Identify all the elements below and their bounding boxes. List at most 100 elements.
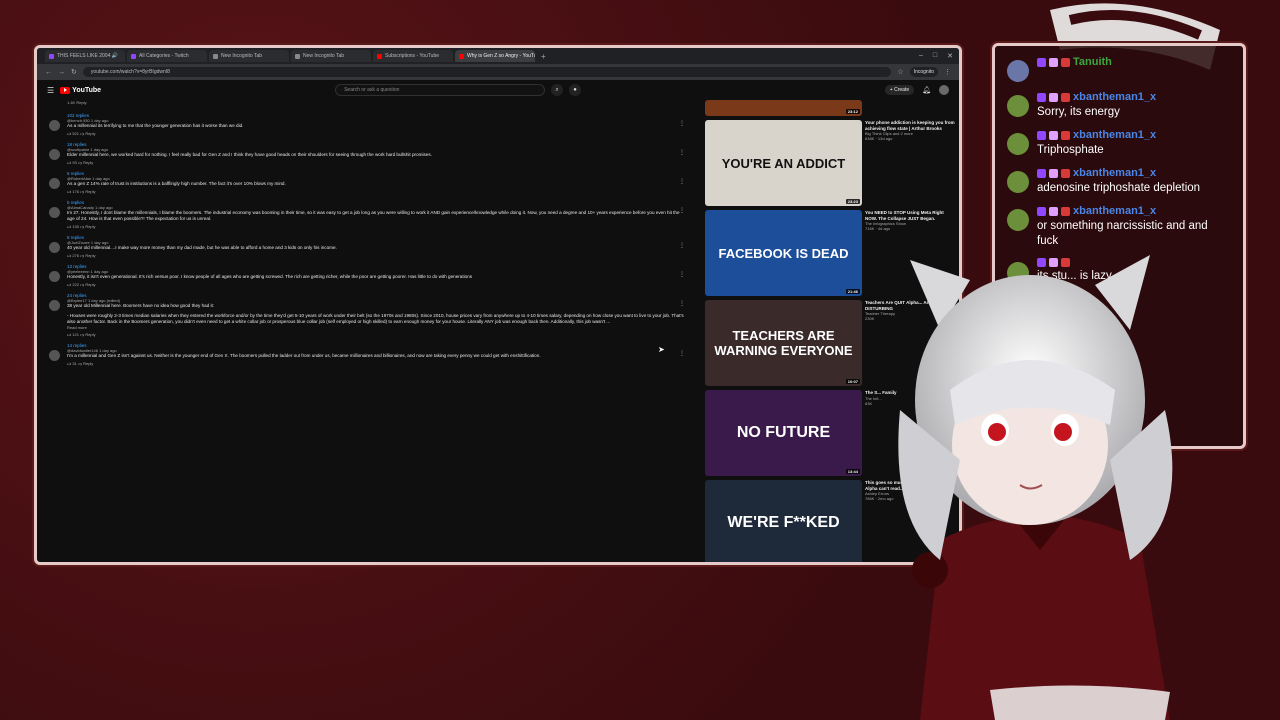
like-icon[interactable]: 👍︎ (67, 189, 71, 194)
related-video[interactable]: 23:12 (705, 100, 957, 116)
search-icon[interactable]: ⌕ (551, 84, 564, 96)
browser-tab[interactable]: New Incognito Tab (291, 50, 371, 62)
like-icon[interactable]: 👍︎ (67, 253, 71, 258)
video-duration: 23:12 (845, 109, 860, 114)
comment-menu-icon[interactable]: ⋮ (679, 300, 685, 307)
comment-actions: 👍︎ 31 👎︎ Reply (67, 361, 687, 367)
thumbnail-text: NO FUTURE (736, 424, 831, 441)
youtube-logo[interactable]: YouTube (60, 86, 102, 94)
chatter-name[interactable]: xbantheman1_x (1073, 91, 1156, 103)
comment-text: 38 year old Millennial here. Boomers hav… (67, 303, 215, 308)
browser-tab[interactable]: All Categories - Twitch (127, 50, 207, 62)
reply-button[interactable]: Reply (83, 361, 93, 366)
chat-message: Tanuith (1007, 56, 1231, 82)
notifications-bell-icon[interactable]: 🔔︎ (922, 86, 931, 94)
dislike-icon[interactable]: 👎︎ (80, 189, 84, 194)
commenter-avatar[interactable] (49, 350, 60, 361)
back-icon[interactable]: ← (45, 69, 52, 76)
search-input[interactable]: Search or ask a question (335, 84, 546, 96)
browser-window: THIS FEELS LIKE 2004 🔊 All Categories - T… (34, 45, 962, 565)
comment-menu-icon[interactable]: ⋮ (679, 178, 685, 185)
reply-button[interactable]: Reply (85, 253, 95, 258)
subscriber-badge-icon (1037, 130, 1046, 140)
video-thumbnail[interactable]: 23:12 (705, 100, 862, 116)
dislike-icon[interactable]: 👎︎ (78, 160, 82, 165)
video-thumbnail[interactable]: NO FUTURE 13:44 (705, 390, 862, 476)
microphone-icon[interactable]: ● (569, 84, 582, 96)
comment-menu-icon[interactable]: ⋮ (679, 271, 685, 278)
vtuber-avatar (898, 255, 1173, 720)
hamburger-menu-icon[interactable]: ☰ (47, 86, 54, 95)
chatter-name[interactable]: xbantheman1_x (1073, 129, 1156, 141)
like-icon[interactable]: 👍︎ (67, 131, 71, 136)
minimize-icon[interactable]: – (919, 52, 923, 60)
like-icon[interactable]: 👍︎ (67, 361, 71, 366)
maximize-icon[interactable]: □ (933, 52, 937, 60)
browser-tab[interactable]: THIS FEELS LIKE 2004 🔊 (45, 50, 125, 62)
chatter-name[interactable]: xbantheman1_x (1073, 167, 1156, 179)
browser-tab[interactable]: Subscriptions - YouTube (373, 50, 453, 62)
youtube-logo-text: YouTube (72, 86, 102, 94)
reply-button[interactable]: Reply (85, 189, 95, 194)
chatter-name[interactable]: xbantheman1_x (1073, 205, 1156, 217)
video-thumbnail[interactable]: YOU'RE AN ADDICT 23:23 (705, 120, 862, 206)
comment-text: As a gen Z 14% rate of trust in institut… (67, 181, 286, 186)
chatter-name[interactable]: Tanuith (1073, 56, 1112, 68)
related-video[interactable]: YOU'RE AN ADDICT 23:23 Your phone addictio… (705, 120, 957, 206)
star-icon[interactable]: ☆ (897, 68, 903, 76)
browser-tab[interactable]: Why is Gen Z so Angry - YouTu (455, 50, 535, 62)
dislike-icon[interactable]: 👎︎ (80, 282, 84, 287)
close-icon[interactable]: ✕ (947, 52, 953, 60)
url-field[interactable]: youtube.com/watch?v=8yrBIgdwnI8 (82, 67, 892, 77)
comment-menu-icon[interactable]: ⋮ (679, 120, 685, 127)
dislike-icon[interactable]: 👎︎ (80, 131, 84, 136)
reply-button[interactable]: Reply (85, 224, 95, 229)
like-icon[interactable]: 👍︎ (67, 160, 71, 165)
dislike-icon[interactable]: 👎︎ (78, 361, 82, 366)
like-icon[interactable]: 👍︎ (67, 332, 71, 337)
video-duration: 23:23 (845, 199, 860, 204)
video-title[interactable]: You NEED to STOP Using Meta Right NOW. T… (865, 210, 955, 221)
create-button[interactable]: + Create (884, 85, 915, 95)
commenter-avatar[interactable] (49, 178, 60, 189)
tab-label: New Incognito Tab (221, 53, 263, 59)
commenter-avatar[interactable] (49, 207, 60, 218)
read-more-link[interactable]: Read more (67, 325, 687, 330)
comment-menu-icon[interactable]: ⋮ (679, 350, 685, 357)
reply-button[interactable]: Reply (83, 160, 93, 165)
commenter-avatar[interactable] (49, 300, 60, 311)
incognito-badge[interactable]: Incognito (909, 67, 938, 77)
new-tab-button[interactable]: + (537, 52, 550, 61)
video-thumbnail[interactable]: WE'RE F**KED (705, 480, 862, 562)
comment-actions: 👍︎ 521 👎︎ Reply (67, 131, 687, 137)
video-thumbnail[interactable]: TEACHERS ARE WARNING EVERYONE 10:07 (705, 300, 862, 386)
account-avatar[interactable] (939, 85, 949, 95)
video-thumbnail[interactable]: FACEBOOK IS DEAD 21:46 (705, 210, 862, 296)
browser-tab[interactable]: New Incognito Tab (209, 50, 289, 62)
forward-icon[interactable]: → (58, 69, 65, 76)
commenter-avatar[interactable] (49, 120, 60, 131)
reply-button[interactable]: Reply (85, 282, 95, 287)
reload-icon[interactable]: ↻ (71, 68, 77, 76)
star-badge-icon (1049, 57, 1058, 67)
dislike-icon[interactable]: 👎︎ (80, 253, 84, 258)
dislike-icon[interactable]: 👎︎ (80, 224, 84, 229)
browser-menu-icon[interactable]: ⋮ (944, 68, 951, 76)
comment-menu-icon[interactable]: ⋮ (679, 149, 685, 156)
like-icon[interactable]: 👍︎ (67, 224, 71, 229)
mouse-cursor: ➤ (658, 345, 665, 354)
video-duration: 10:07 (845, 379, 860, 384)
like-icon[interactable]: 👍︎ (67, 282, 71, 287)
comment-menu-icon[interactable]: ⋮ (679, 207, 685, 214)
commenter-avatar[interactable] (49, 242, 60, 253)
comment: @yeeleeenn 1 day ago Honestly, it isn't e… (49, 269, 687, 288)
comment-menu-icon[interactable]: ⋮ (679, 242, 685, 249)
like-count: 121 (72, 332, 79, 337)
reply-button[interactable]: Reply (85, 131, 95, 136)
commenter-avatar[interactable] (49, 271, 60, 282)
chat-message-text: Triphosphate (1037, 144, 1104, 156)
video-title[interactable]: Your phone addiction is keeping you from… (865, 120, 955, 131)
dislike-icon[interactable]: 👎︎ (80, 332, 84, 337)
reply-button[interactable]: Reply (85, 332, 95, 337)
commenter-avatar[interactable] (49, 149, 60, 160)
